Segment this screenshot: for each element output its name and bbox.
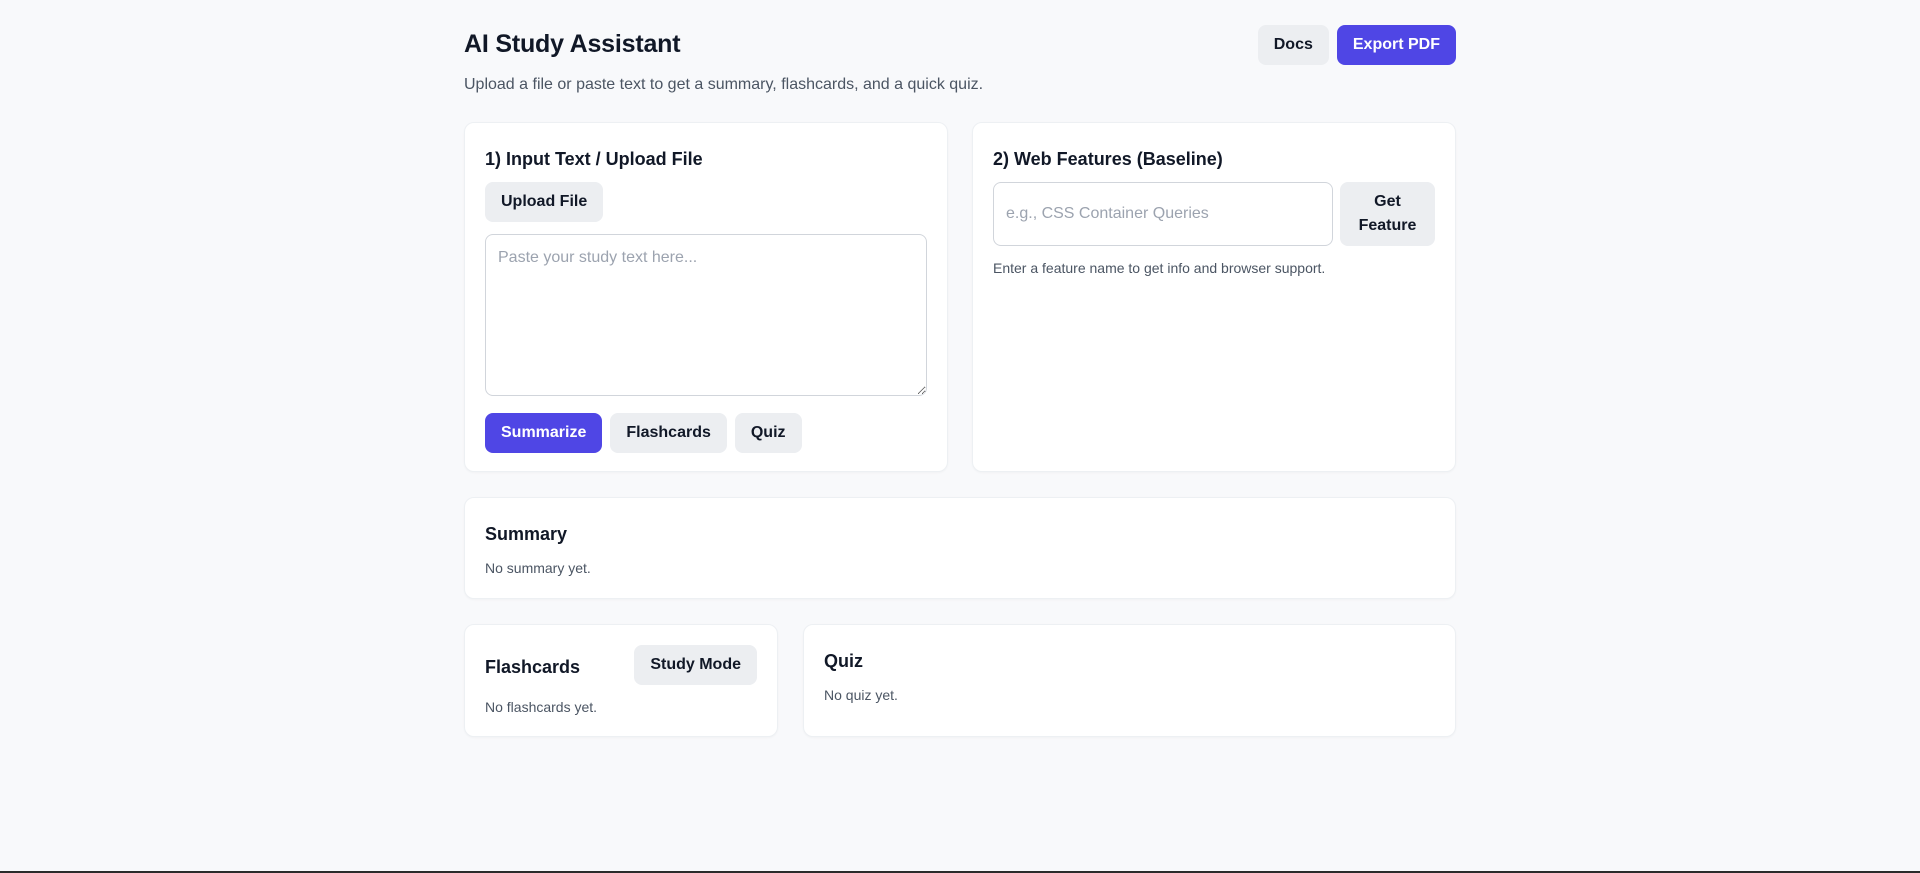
get-feature-button[interactable]: Get Feature [1340, 182, 1435, 246]
web-features-card: 2) Web Features (Baseline) Get Feature E… [972, 122, 1456, 472]
feature-hint: Enter a feature name to get info and bro… [993, 260, 1326, 276]
study-text-input[interactable] [485, 234, 927, 396]
feature-name-input[interactable] [993, 182, 1333, 246]
web-features-title: 2) Web Features (Baseline) [993, 149, 1223, 169]
quiz-title: Quiz [824, 651, 863, 671]
export-pdf-button[interactable]: Export PDF [1336, 25, 1456, 65]
input-actions: Summarize Flashcards Quiz [485, 413, 802, 453]
flashcards-button[interactable]: Flashcards [610, 413, 727, 453]
app-container: AI Study Assistant Upload a file or past… [464, 0, 1456, 737]
flashcards-title: Flashcards [485, 657, 581, 677]
header-actions: Docs Export PDF [1257, 25, 1456, 65]
flashcards-empty-text: No flashcards yet. [485, 699, 598, 715]
quiz-button[interactable]: Quiz [734, 413, 802, 453]
input-card: 1) Input Text / Upload File Upload File … [464, 122, 948, 472]
docs-button[interactable]: Docs [1257, 25, 1329, 65]
flashcards-card: Flashcards Study Mode No flashcards yet. [464, 624, 778, 737]
quiz-empty-text: No quiz yet. [824, 687, 898, 703]
study-mode-button[interactable]: Study Mode [634, 645, 757, 685]
input-card-title: 1) Input Text / Upload File [485, 149, 703, 169]
summary-title: Summary [485, 524, 568, 544]
summary-empty-text: No summary yet. [485, 560, 591, 576]
quiz-card: Quiz No quiz yet. [803, 624, 1456, 737]
summarize-button[interactable]: Summarize [485, 413, 603, 453]
upload-file-button[interactable]: Upload File [485, 182, 604, 222]
page-header: AI Study Assistant Upload a file or past… [464, 0, 1456, 110]
summary-card: Summary No summary yet. [464, 497, 1456, 599]
page-subtitle: Upload a file or paste text to get a sum… [464, 76, 984, 93]
page-title: AI Study Assistant [464, 30, 681, 58]
